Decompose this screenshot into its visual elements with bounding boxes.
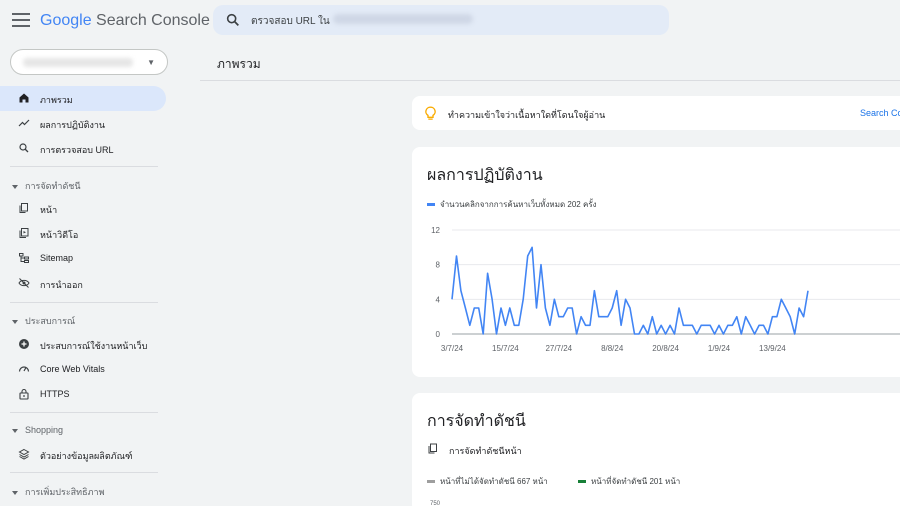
section-label: Shopping — [25, 425, 64, 435]
sidebar-item-video-pages[interactable]: หน้าวิดีโอ — [0, 221, 166, 246]
indexed-legend[interactable]: หน้าที่จัดทำดัชนี 201 หน้า — [578, 475, 680, 488]
sidebar-divider — [10, 472, 158, 473]
sidebar-item-label: Core Web Vitals — [40, 364, 105, 374]
legend-swatch — [578, 480, 586, 484]
sidebar-item-overview[interactable]: ภาพรวม — [0, 86, 166, 111]
sitemap-icon — [19, 253, 29, 263]
removals-icon — [18, 278, 30, 288]
collapse-icon — [12, 184, 18, 189]
logo-google: Google — [40, 12, 92, 29]
section-label: ประสบการณ์ — [25, 316, 76, 326]
property-selector[interactable]: ▼ — [10, 49, 168, 75]
sidebar-item-label: ประสบการณ์ใช้งานหน้าเว็บ — [40, 341, 148, 351]
banner-text: ทำความเข้าใจว่าเนื้อหาใดที่โดนใจผู้อ่าน — [448, 110, 606, 120]
indexing-title: การจัดทำดัชนี — [427, 413, 526, 430]
sidebar-item-url-inspection[interactable]: การตรวจสอบ URL — [0, 136, 166, 161]
sidebar-item-product-snippets[interactable]: ตัวอย่างข้อมูลผลิตภัณฑ์ — [0, 442, 166, 467]
y-tick-label: 0 — [436, 330, 441, 339]
collapse-icon — [12, 490, 18, 495]
sidebar-item-label: ตัวอย่างข้อมูลผลิตภัณฑ์ — [40, 451, 133, 461]
pages-icon — [428, 443, 437, 454]
layers-icon — [18, 448, 30, 460]
pages-icon — [19, 203, 28, 213]
logo-product: Search Console — [91, 12, 210, 29]
trending-icon — [18, 119, 30, 127]
legend-label: หน้าที่ไม่ได้จัดทำดัชนี 667 หน้า — [440, 477, 548, 486]
blurred-property-name — [23, 58, 133, 67]
x-tick-label: 8/8/24 — [601, 344, 624, 353]
axis-tick-label: 750 — [430, 501, 441, 506]
sidebar-item-label: การตรวจสอบ URL — [40, 145, 114, 155]
search-placeholder: ตรวจสอบ URL ใน — [251, 16, 330, 27]
app-logo[interactable]: Google Search Console — [40, 12, 210, 30]
x-tick-label: 27/7/24 — [545, 344, 572, 353]
gauge-icon — [18, 366, 30, 372]
section-label: การเพิ่มประสิทธิภาพ — [25, 487, 105, 497]
insights-banner: ทำความเข้าใจว่าเนื้อหาใดที่โดนใจผู้อ่าน … — [412, 96, 900, 130]
page-title: ภาพรวม — [217, 57, 261, 71]
sidebar-item-sitemaps[interactable]: Sitemap — [0, 246, 166, 271]
sidebar-item-label: HTTPS — [40, 389, 70, 399]
plus-circle-icon — [19, 339, 29, 349]
sidebar-divider — [10, 166, 158, 167]
y-tick-label: 4 — [436, 295, 441, 304]
collapse-icon — [12, 428, 18, 433]
sidebar-item-label: ภาพรวม — [40, 95, 73, 105]
sidebar-item-label: หน้าวิดีโอ — [40, 230, 79, 240]
sidebar-item-removals[interactable]: การนำออก — [0, 271, 166, 296]
legend-label: หน้าที่จัดทำดัชนี 201 หน้า — [591, 477, 681, 486]
x-tick-label: 13/9/24 — [759, 344, 786, 353]
main-divider — [200, 80, 900, 81]
dropdown-arrow-icon: ▼ — [147, 58, 155, 67]
x-tick-label: 15/7/24 — [492, 344, 519, 353]
section-indexing[interactable]: การจัดทำดัชนี — [12, 179, 81, 193]
section-enhancements[interactable]: การเพิ่มประสิทธิภาพ — [12, 485, 105, 499]
x-tick-label: 1/9/24 — [708, 344, 731, 353]
banner-link[interactable]: Search Co — [860, 108, 900, 118]
sidebar-item-label: ผลการปฏิบัติงาน — [40, 120, 106, 130]
sidebar-divider — [10, 412, 158, 413]
home-icon — [19, 93, 29, 103]
blurred-property — [333, 14, 473, 24]
sidebar-item-label: หน้า — [40, 205, 58, 215]
clicks-series-line — [451, 246, 809, 335]
section-label: การจัดทำดัชนี — [25, 181, 81, 191]
sidebar-item-performance[interactable]: ผลการปฏิบัติงาน — [0, 111, 166, 136]
url-inspect-search[interactable]: ตรวจสอบ URL ใน — [213, 5, 669, 35]
sidebar-item-https[interactable]: HTTPS — [0, 382, 166, 407]
x-tick-label: 3/7/24 — [441, 344, 464, 353]
y-tick-label: 8 — [436, 261, 441, 270]
section-experience[interactable]: ประสบการณ์ — [12, 314, 75, 328]
sidebar-item-page-experience[interactable]: ประสบการณ์ใช้งานหน้าเว็บ — [0, 332, 166, 357]
menu-icon[interactable] — [12, 13, 30, 27]
sidebar-item-core-web-vitals[interactable]: Core Web Vitals — [0, 357, 166, 382]
indexing-card: การจัดทำดัชนี การจัดทำดัชนีหน้า หน้าที่ไ… — [412, 393, 900, 506]
lightbulb-icon — [425, 106, 436, 120]
section-shopping[interactable]: Shopping — [12, 425, 63, 435]
sidebar-item-label: Sitemap — [40, 253, 74, 263]
search-icon — [226, 13, 239, 26]
sidebar-divider — [10, 302, 158, 303]
app-header: Google Search Console ตรวจสอบ URL ใน — [0, 0, 900, 42]
y-tick-label: 12 — [431, 226, 440, 235]
search-icon — [19, 143, 29, 153]
sidebar-item-pages[interactable]: หน้า — [0, 196, 166, 221]
video-pages-icon — [19, 228, 29, 238]
performance-card: ผลการปฏิบัติงาน จำนวนคลิกจากการค้นหาเว็บ… — [412, 147, 900, 377]
lock-icon — [19, 388, 29, 400]
legend-swatch — [427, 480, 435, 484]
collapse-icon — [12, 319, 18, 324]
not-indexed-legend[interactable]: หน้าที่ไม่ได้จัดทำดัชนี 667 หน้า — [427, 475, 548, 488]
performance-chart: 0 4 8 12 3/7/24 15/7/24 27/7/24 8/8/24 20/8/24 1/… — [431, 226, 900, 353]
sidebar-item-label: การนำออก — [40, 280, 83, 290]
page-indexing-label: การจัดทำดัชนีหน้า — [449, 446, 522, 456]
x-tick-label: 20/8/24 — [652, 344, 679, 353]
